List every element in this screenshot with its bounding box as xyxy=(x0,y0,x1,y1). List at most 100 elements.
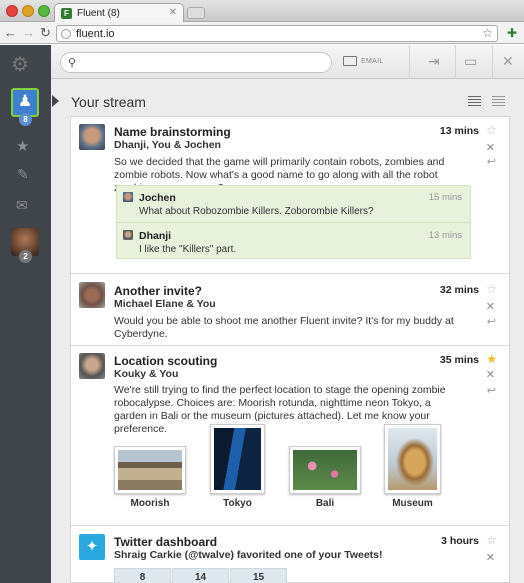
reply-thread: Jochen 15 mins What about Robozombie Kil… xyxy=(116,185,471,259)
address-bar[interactable]: fluent.io ☆ xyxy=(56,25,498,42)
stream-item[interactable]: Name brainstorming Dhanji, You & Jochen … xyxy=(71,117,509,274)
avatar xyxy=(123,192,133,202)
compact-view-icon[interactable] xyxy=(492,96,505,107)
item-subject[interactable]: Location scouting xyxy=(114,354,217,368)
stream-pointer-icon xyxy=(52,95,59,107)
attachment-image xyxy=(388,428,437,490)
star-icon[interactable]: ☆ xyxy=(486,533,497,547)
attachment-image xyxy=(293,450,357,490)
divider xyxy=(409,45,410,79)
reply-item[interactable]: Jochen 15 mins What about Robozombie Kil… xyxy=(117,186,470,222)
stream-feed: Name brainstorming Dhanji, You & Jochen … xyxy=(70,116,510,583)
envelope-icon xyxy=(343,56,357,67)
reply-text: What about Robozombie Killers. Zoborombi… xyxy=(139,206,374,217)
stream-item[interactable]: ✦ Twitter dashboard Shraig Carkie (@twal… xyxy=(71,526,509,583)
reply-icon[interactable]: ↩ xyxy=(487,315,496,328)
attachment-label: Museum xyxy=(392,498,433,509)
search-input[interactable] xyxy=(83,55,323,70)
email-label: EMAIL xyxy=(361,57,384,65)
reply-time: 15 mins xyxy=(428,192,462,203)
stat-tile: 15 xyxy=(230,568,287,583)
item-participants: Michael Elane & You xyxy=(114,298,216,310)
stat-tile: 8 xyxy=(114,568,171,583)
contact-count-badge: 2 xyxy=(19,250,32,263)
close-icon[interactable]: ✕ xyxy=(486,300,495,313)
close-icon[interactable]: ✕ xyxy=(502,53,514,70)
new-tab-button[interactable] xyxy=(187,7,205,19)
app-header: ⚲ EMAIL ⇥ ▭ ✕ xyxy=(51,45,524,79)
attachment-image xyxy=(214,428,261,490)
sidebar: ⚙ ♟ 8 ★ ✎ ✉ 2 xyxy=(0,45,51,583)
logout-icon[interactable]: ⇥ xyxy=(428,53,440,70)
close-icon[interactable]: ✕ xyxy=(486,141,495,154)
item-time: 13 mins xyxy=(439,125,479,137)
back-arrow-icon[interactable]: ← xyxy=(4,25,17,41)
divider xyxy=(492,45,493,79)
page-info-icon xyxy=(61,29,71,39)
reply-icon[interactable]: ↩ xyxy=(487,384,496,397)
unread-count-badge: 8 xyxy=(19,113,32,126)
reply-time: 13 mins xyxy=(428,230,462,241)
browser-titlebar: F Fluent (8) ✕ xyxy=(0,0,524,23)
list-view-icon[interactable] xyxy=(468,96,481,107)
item-participants: Shraig Carkie (@twalve) favorited one of… xyxy=(114,549,383,561)
item-participants: Kouky & You xyxy=(114,368,179,380)
item-participants: Dhanji, You & Jochen xyxy=(114,139,221,151)
item-time: 3 hours xyxy=(441,535,479,547)
browser-toolbar: ← → ↻ fluent.io ☆ ✚ xyxy=(0,22,524,44)
attachment-label: Moorish xyxy=(130,498,170,509)
tab-close-icon[interactable]: ✕ xyxy=(169,7,177,18)
close-window-button[interactable] xyxy=(6,5,18,17)
avatar xyxy=(79,353,105,379)
attachment-thumbnail[interactable]: Moorish xyxy=(114,446,186,509)
avatar xyxy=(79,282,105,308)
paperclip-icon[interactable]: ✎ xyxy=(17,166,29,183)
item-subject[interactable]: Name brainstorming xyxy=(114,125,231,139)
item-time: 32 mins xyxy=(439,284,479,296)
url-text[interactable]: fluent.io xyxy=(76,28,115,40)
star-icon[interactable]: ☆ xyxy=(486,282,497,296)
item-body: Would you be able to shoot me another Fl… xyxy=(114,315,454,340)
divider xyxy=(455,45,456,79)
fluent-favicon-icon: F xyxy=(61,8,72,19)
star-icon[interactable]: ☆ xyxy=(486,123,497,137)
bookmark-star-icon[interactable]: ☆ xyxy=(482,26,493,40)
reply-author: Jochen xyxy=(139,192,176,204)
item-subject[interactable]: Twitter dashboard xyxy=(114,535,217,549)
star-icon[interactable]: ★ xyxy=(486,352,497,366)
stat-tile: 14 xyxy=(172,568,229,583)
avatar xyxy=(123,230,133,240)
reply-icon[interactable]: ↩ xyxy=(487,155,496,168)
attachment-thumbnail[interactable]: Tokyo xyxy=(210,424,265,509)
close-icon[interactable]: ✕ xyxy=(486,551,495,564)
twitter-bird-icon: ✦ xyxy=(79,534,105,560)
item-subject[interactable]: Another invite? xyxy=(114,284,202,298)
close-icon[interactable]: ✕ xyxy=(486,368,495,381)
attachment-label: Bali xyxy=(315,498,335,509)
search-icon: ⚲ xyxy=(68,57,77,69)
search-box[interactable]: ⚲ xyxy=(60,52,332,73)
forward-arrow-icon[interactable]: → xyxy=(22,25,35,41)
mail-icon[interactable]: ✉ xyxy=(16,197,28,214)
page-title: Your stream xyxy=(71,94,146,110)
folder-icon[interactable]: ▭ xyxy=(464,53,477,70)
stream-item[interactable]: Another invite? Michael Elane & You 32 m… xyxy=(71,274,509,346)
extension-icon[interactable]: ✚ xyxy=(505,26,519,40)
reply-item[interactable]: Dhanji 13 mins I like the "Killers" part… xyxy=(117,223,470,259)
reply-text: I like the "Killers" part. xyxy=(139,244,237,255)
attachment-thumbnail[interactable]: Museum xyxy=(384,424,441,509)
attachment-image xyxy=(118,450,182,490)
attachment-thumbnail[interactable]: Bali xyxy=(289,446,361,509)
avatar xyxy=(79,124,105,150)
minimize-window-button[interactable] xyxy=(22,5,34,17)
email-button[interactable]: EMAIL xyxy=(343,55,384,69)
star-icon[interactable]: ★ xyxy=(16,137,29,155)
attachment-label: Tokyo xyxy=(223,498,252,509)
zoom-window-button[interactable] xyxy=(38,5,50,17)
stream-item[interactable]: Location scouting Kouky & You 35 mins ★ … xyxy=(71,346,509,526)
logo-icon[interactable]: ⚙ xyxy=(11,54,37,76)
item-time: 35 mins xyxy=(439,354,479,366)
reload-icon[interactable]: ↻ xyxy=(40,25,51,41)
browser-tab[interactable]: F Fluent (8) ✕ xyxy=(54,3,184,23)
reply-author: Dhanji xyxy=(139,230,172,242)
